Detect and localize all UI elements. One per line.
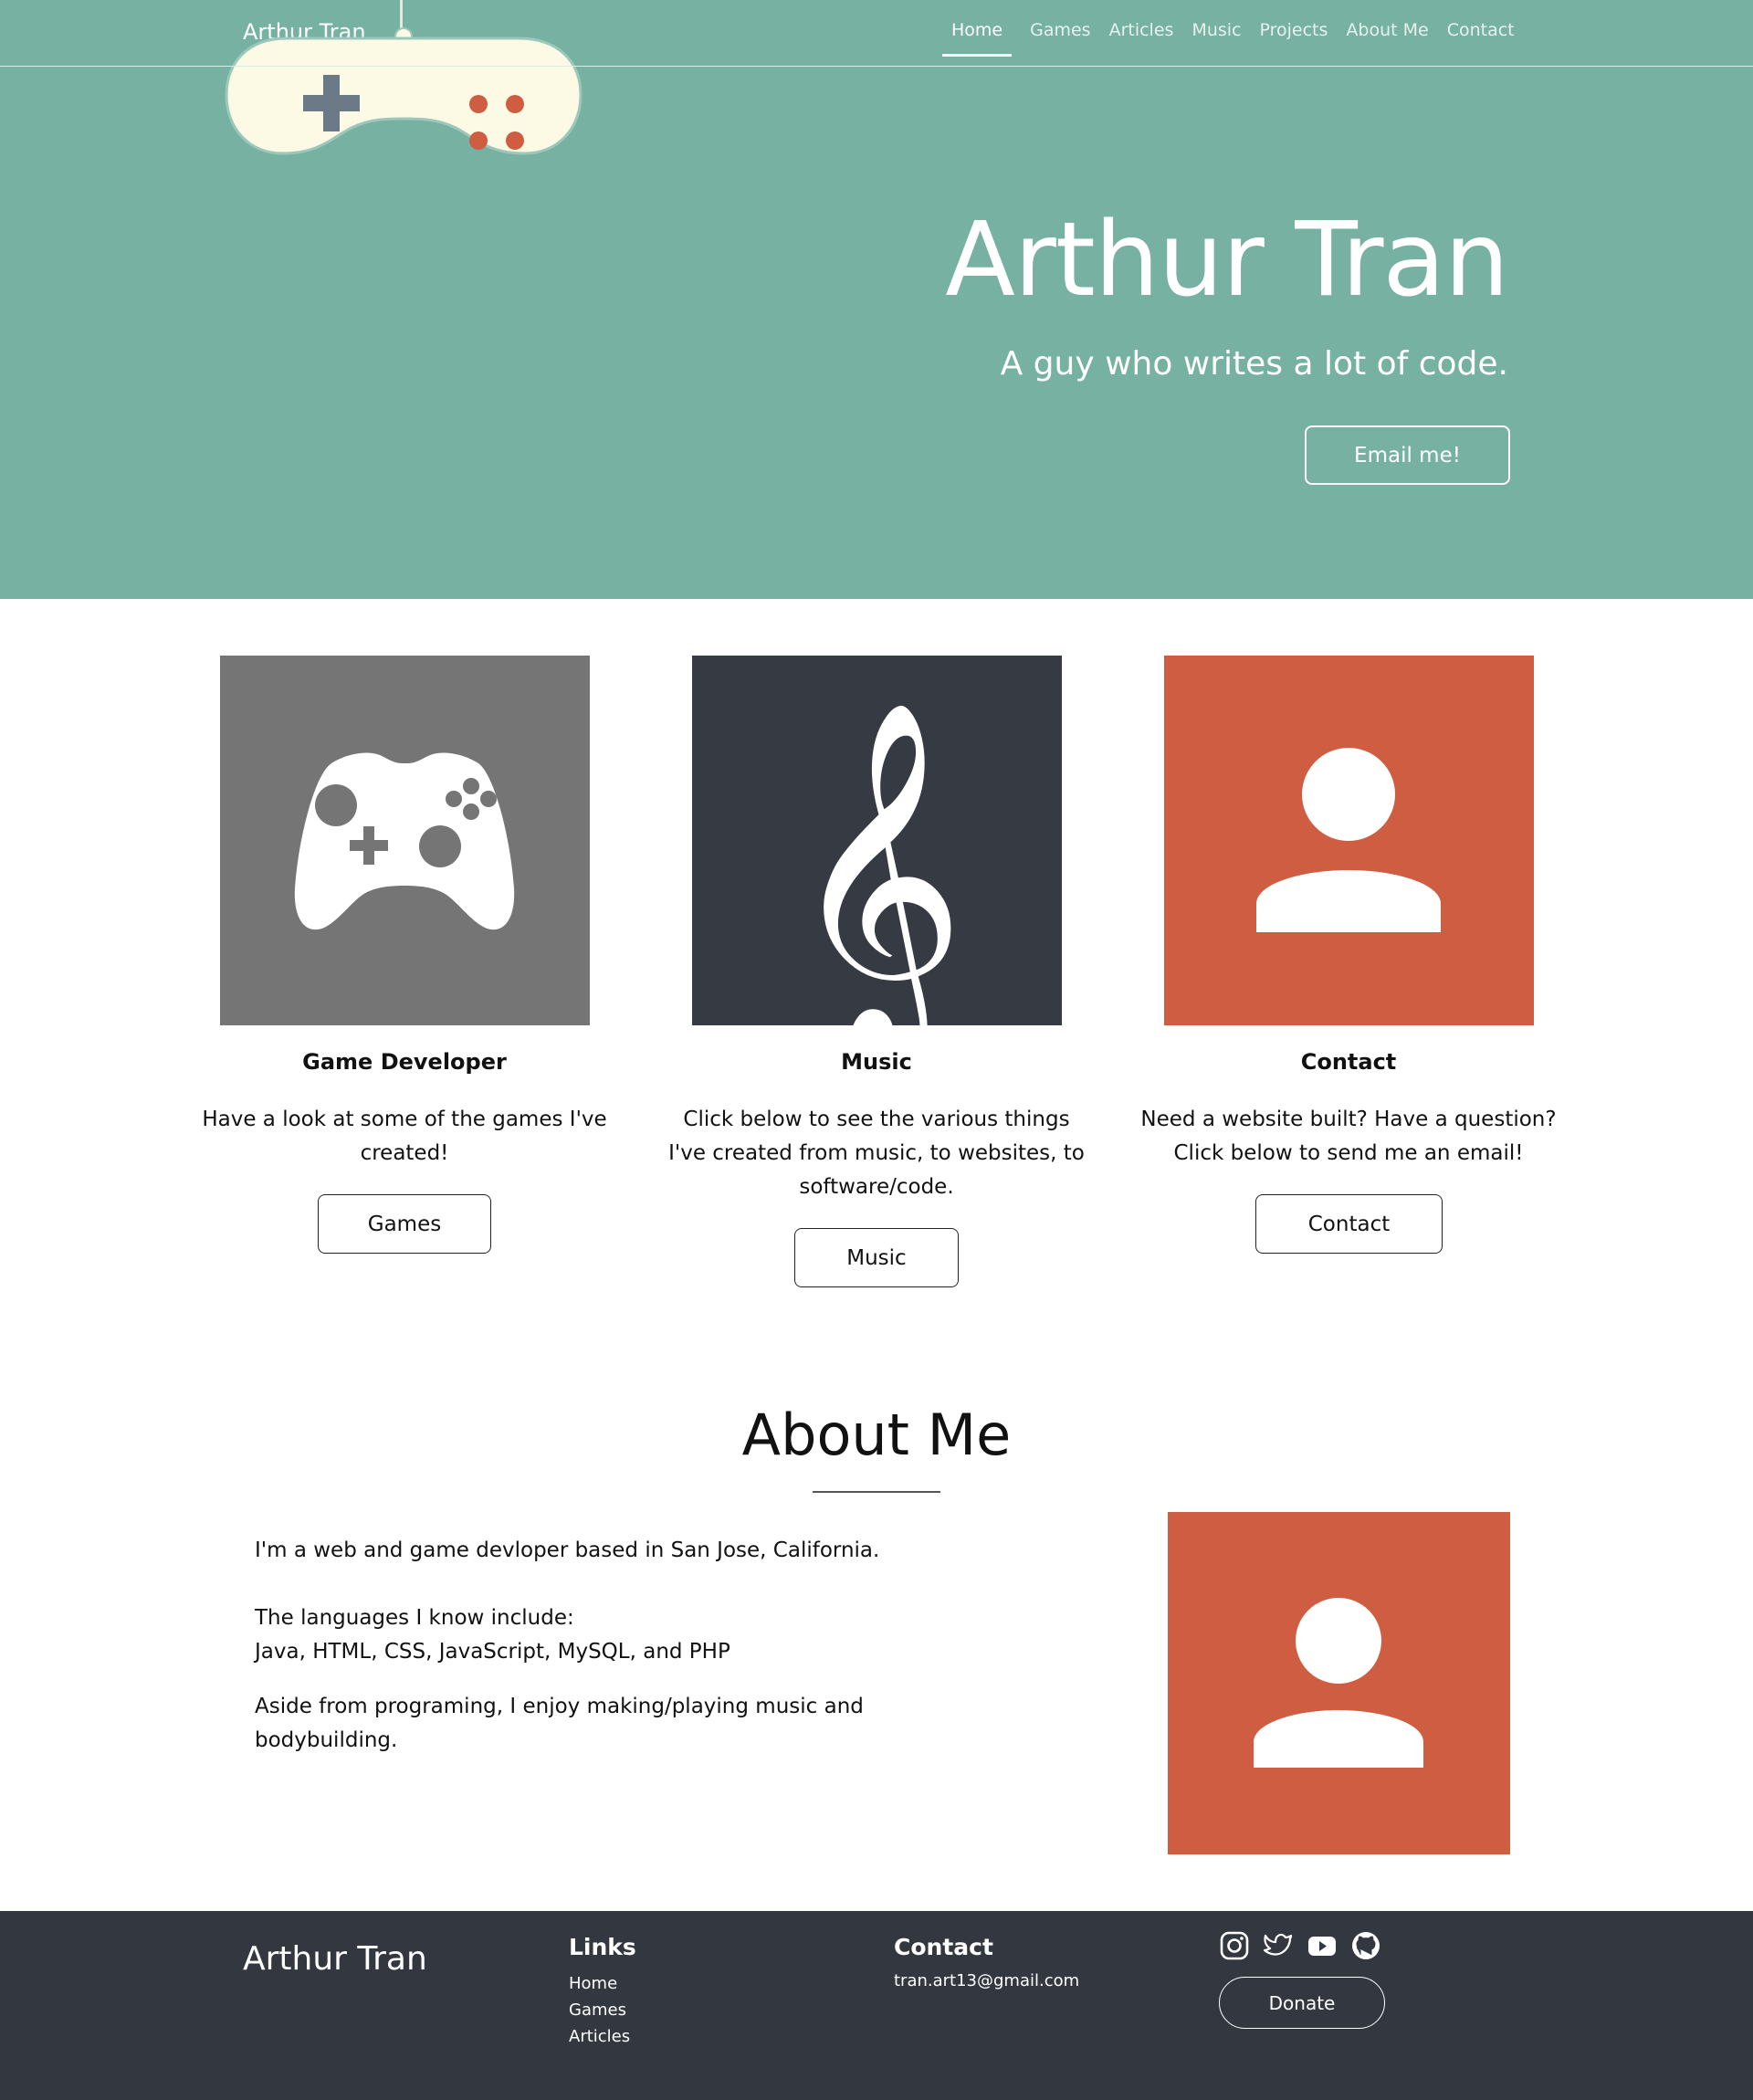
instagram-icon[interactable]: [1219, 1930, 1250, 1961]
about-text: I'm a web and game devloper based in San…: [255, 1534, 894, 1779]
list-item: Games: [569, 1997, 630, 2023]
nav-link-games[interactable]: Games: [1030, 20, 1090, 40]
twitter-icon[interactable]: [1263, 1930, 1294, 1961]
footer-brand: Arthur Tran: [243, 1940, 427, 1978]
about-paragraph: Java, HTML, CSS, JavaScript, MySQL, and …: [255, 1640, 730, 1664]
card-description-music: Click below to see the various things I'…: [668, 1108, 1085, 1199]
nav-link-home[interactable]: Home: [942, 20, 1013, 57]
youtube-icon[interactable]: [1307, 1930, 1338, 1961]
footer-link-articles[interactable]: Articles: [569, 2027, 630, 2046]
footer: Arthur Tran Links Home Games Articles Co…: [0, 1911, 1753, 2100]
svg-text:𝄞: 𝄞: [787, 698, 965, 1025]
footer-link-games[interactable]: Games: [569, 2000, 626, 2020]
hero-subtitle: A guy who writes a lot of code.: [1000, 345, 1508, 383]
treble-clef-icon: 𝄞: [692, 656, 1062, 1025]
nav-link-contact[interactable]: Contact: [1447, 20, 1515, 40]
game-controller-icon: [220, 656, 590, 1025]
hero-title: Arthur Tran: [945, 201, 1509, 320]
nav-link-music[interactable]: Music: [1191, 20, 1241, 40]
footer-link-home[interactable]: Home: [569, 1974, 617, 1993]
list-item: Home: [569, 1970, 630, 1997]
person-icon: [1168, 1512, 1510, 1854]
nav-link-projects[interactable]: Projects: [1260, 20, 1328, 40]
music-button[interactable]: Music: [794, 1228, 959, 1287]
card-title-game-developer: Game Developer: [302, 1049, 507, 1075]
footer-contact-heading: Contact: [894, 1934, 993, 1960]
email-me-button[interactable]: Email me!: [1305, 425, 1510, 485]
about-paragraph: Aside from programing, I enjoy making/pl…: [255, 1695, 864, 1752]
footer-email[interactable]: tran.art13@gmail.com: [894, 1971, 1079, 1990]
card-title-music: Music: [841, 1049, 912, 1075]
card-description-contact: Need a website built? Have a question? C…: [1140, 1108, 1557, 1165]
about-title: About Me: [741, 1402, 1012, 1468]
main-nav: Home Games Articles Music Projects About…: [942, 20, 1533, 57]
hero-section: Arthur Tran Home Games Articles Music Pr…: [0, 0, 1753, 599]
social-links: [1219, 1930, 1394, 1961]
about-paragraph: The languages I know include:: [255, 1606, 574, 1630]
about-paragraph: I'm a web and game devloper based in San…: [255, 1538, 880, 1562]
github-icon[interactable]: [1350, 1930, 1381, 1961]
nav-link-about-me[interactable]: About Me: [1346, 20, 1428, 40]
about-divider: [813, 1491, 940, 1493]
footer-links-heading: Links: [569, 1934, 636, 1960]
footer-links-list: Home Games Articles: [569, 1970, 630, 2050]
gamepad-icon: [225, 0, 583, 155]
list-item: Articles: [569, 2023, 630, 2050]
games-button[interactable]: Games: [318, 1194, 491, 1254]
nav-divider: [0, 66, 1753, 67]
contact-button[interactable]: Contact: [1255, 1194, 1443, 1254]
card-description-game-developer: Have a look at some of the games I've cr…: [202, 1108, 607, 1165]
donate-button[interactable]: Donate: [1219, 1977, 1385, 2029]
person-icon: [1164, 656, 1534, 1025]
nav-link-articles[interactable]: Articles: [1109, 20, 1174, 40]
card-title-contact: Contact: [1300, 1049, 1397, 1075]
